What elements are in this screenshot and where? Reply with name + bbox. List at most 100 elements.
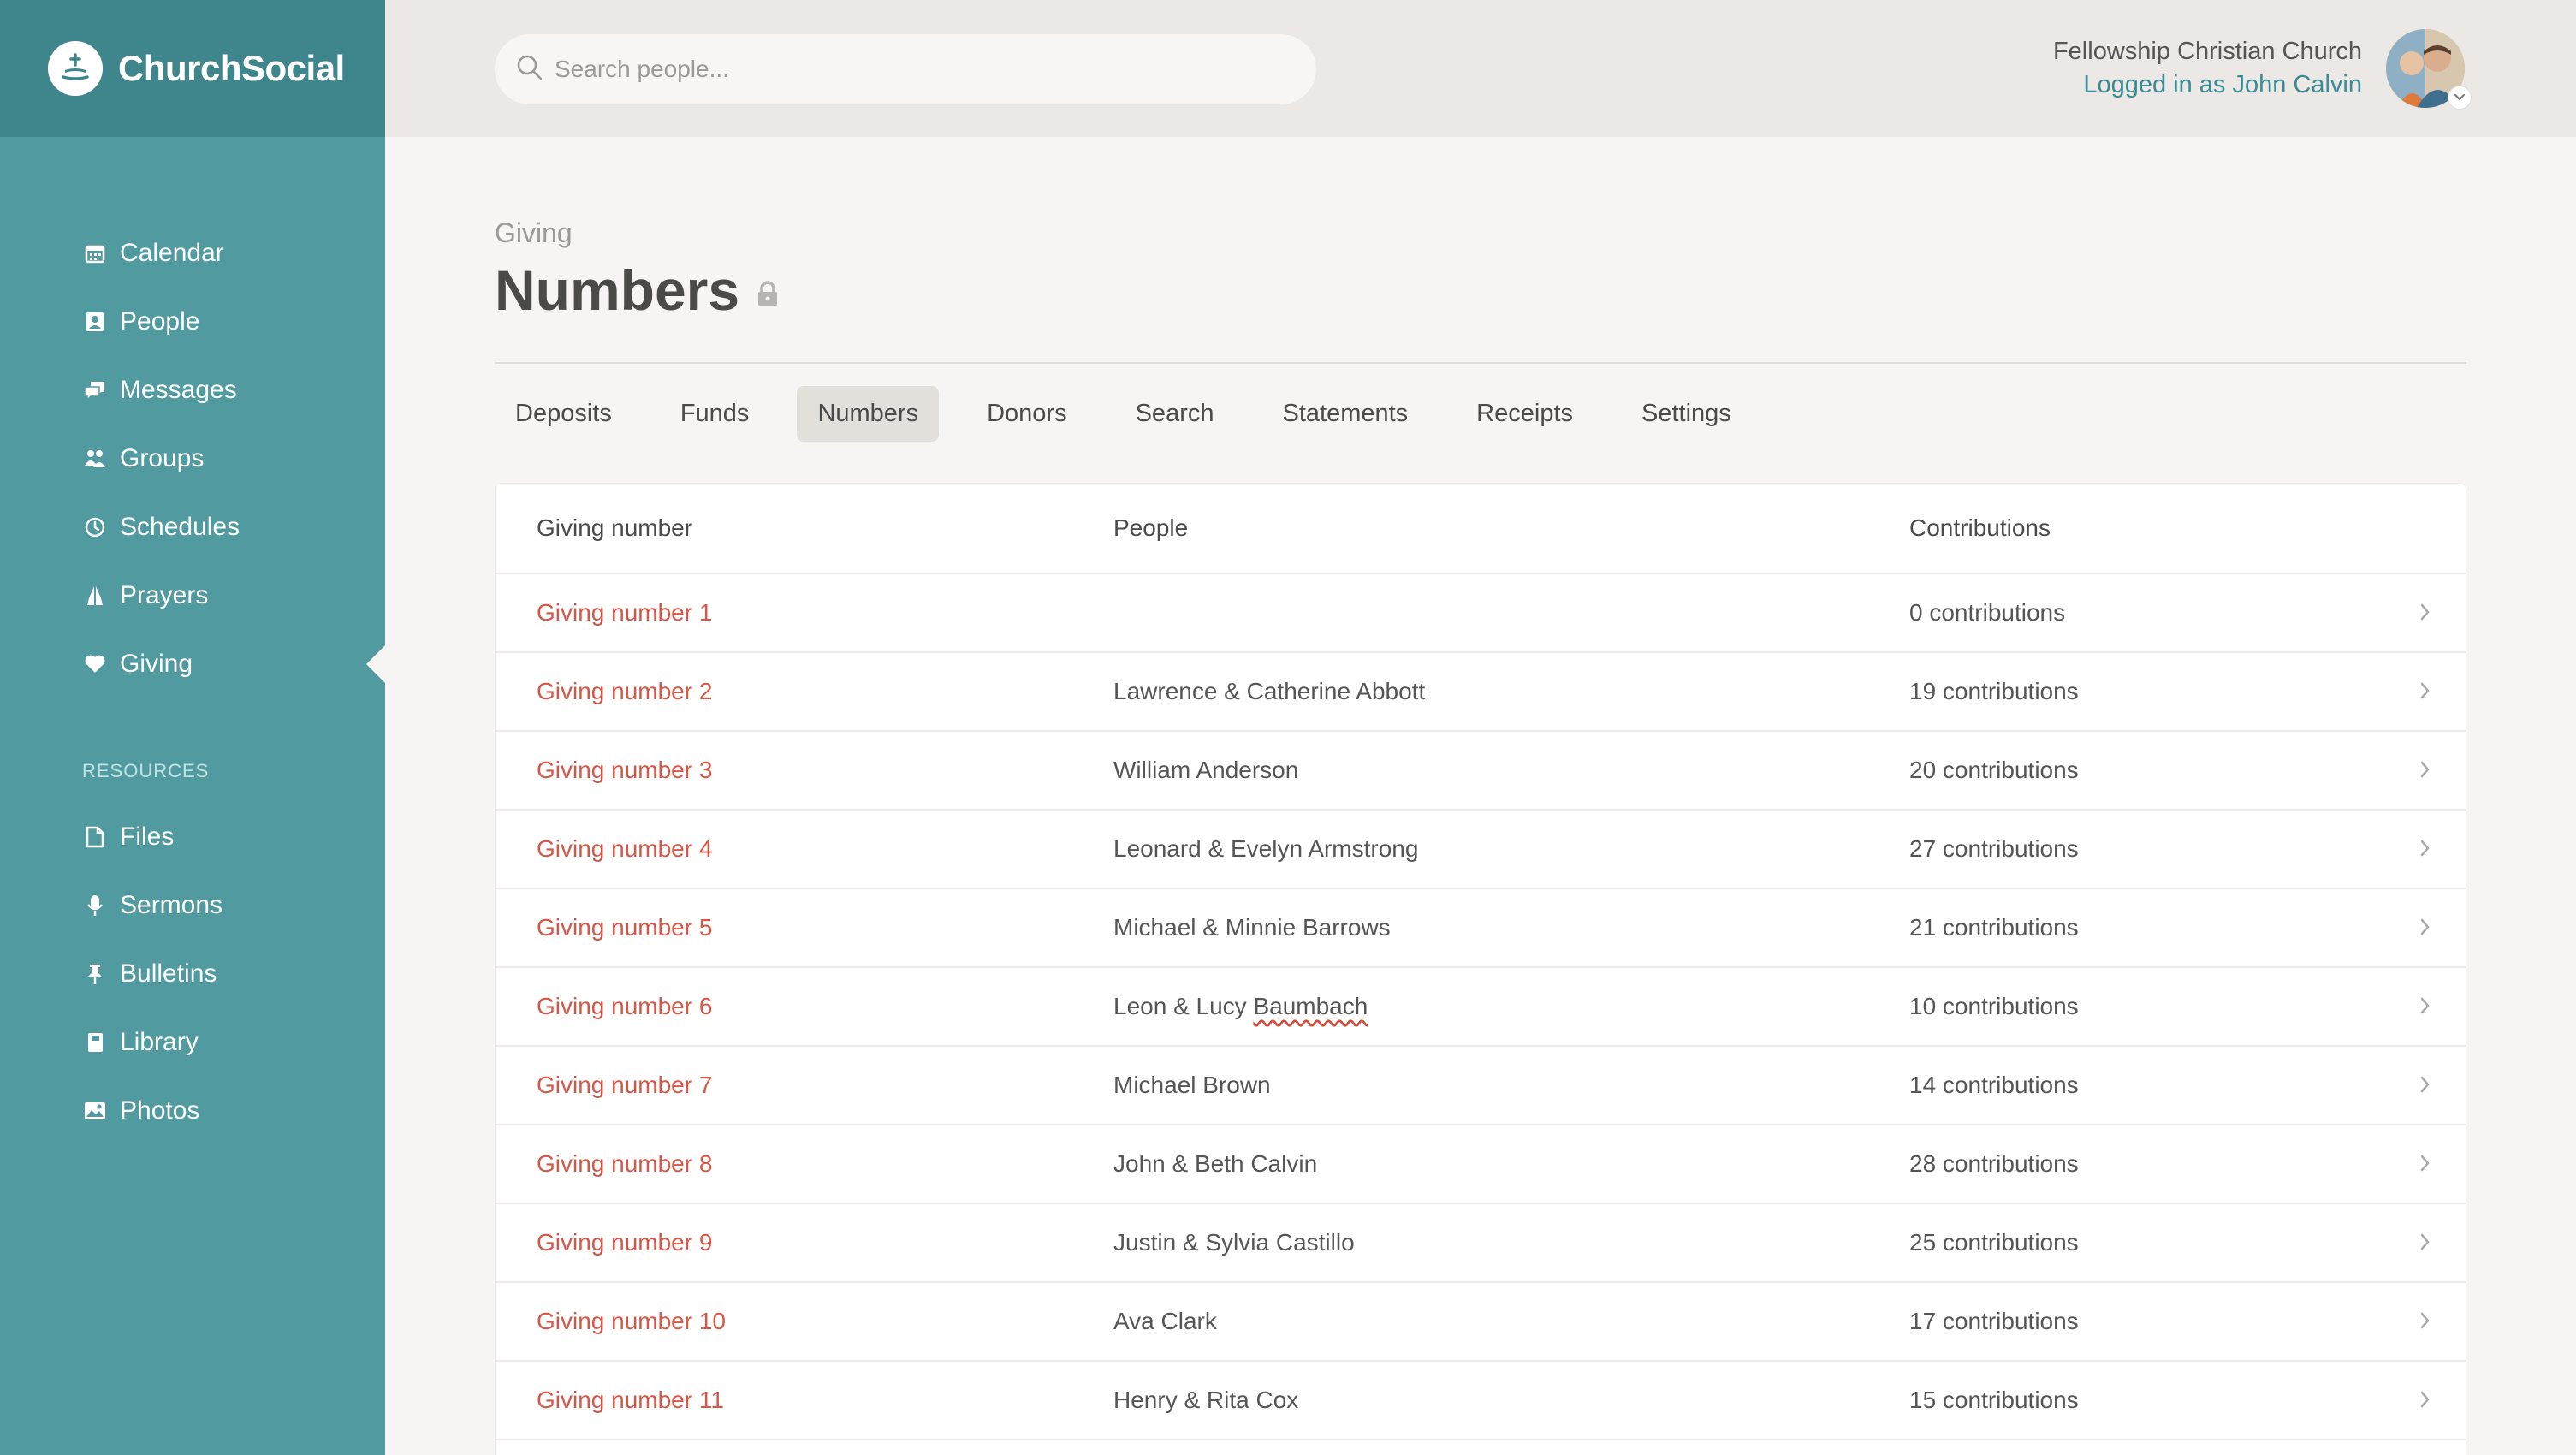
chevron-right-icon[interactable] bbox=[2419, 1232, 2431, 1256]
giving-number-link[interactable]: Giving number 4 bbox=[537, 835, 712, 863]
contributions-cell: 0 contributions bbox=[1909, 599, 2066, 626]
heart-icon bbox=[82, 651, 108, 677]
giving-number-link[interactable]: Giving number 3 bbox=[537, 757, 712, 784]
top-bar: Fellowship Christian Church Logged in as… bbox=[385, 0, 2576, 137]
sidebar-item-label: Calendar bbox=[120, 239, 224, 267]
table-row[interactable]: Giving number 10 Ava Clark 17 contributi… bbox=[496, 1283, 2466, 1362]
logged-in-user[interactable]: Logged in as John Calvin bbox=[2053, 71, 2362, 99]
table-row[interactable]: Giving number 8 John & Beth Calvin 28 co… bbox=[496, 1125, 2466, 1204]
pin-icon bbox=[82, 961, 108, 987]
giving-number-link[interactable]: Giving number 11 bbox=[537, 1387, 724, 1414]
calendar-icon bbox=[82, 241, 108, 266]
account-dropdown-chevron-icon[interactable] bbox=[2448, 86, 2472, 110]
tab-statements[interactable]: Statements bbox=[1261, 386, 1428, 442]
chevron-right-icon[interactable] bbox=[2419, 680, 2431, 705]
sidebar-item-library[interactable]: Library bbox=[0, 1008, 385, 1077]
photo-icon bbox=[82, 1098, 108, 1124]
chevron-right-icon[interactable] bbox=[2419, 838, 2431, 863]
search-box[interactable] bbox=[495, 34, 1316, 104]
sidebar-item-photos[interactable]: Photos bbox=[0, 1077, 385, 1145]
table-row[interactable]: Giving number 9 Justin & Sylvia Castillo… bbox=[496, 1204, 2466, 1283]
clock-icon bbox=[82, 514, 108, 540]
giving-number-link[interactable]: Giving number 5 bbox=[537, 914, 712, 941]
people-cell: Henry & Rita Cox bbox=[1113, 1387, 1299, 1413]
contributions-cell: 28 contributions bbox=[1909, 1150, 2079, 1177]
microphone-icon bbox=[82, 893, 108, 918]
people-cell: Leon & Lucy Baumbach bbox=[1113, 993, 1368, 1020]
book-icon bbox=[82, 1030, 108, 1055]
sidebar-item-label: Library bbox=[120, 1028, 199, 1056]
main-nav: Calendar People Messages Groups Schedule… bbox=[0, 137, 385, 1145]
search-input[interactable] bbox=[555, 56, 1291, 83]
churchsocial-logo-icon bbox=[48, 41, 103, 96]
column-header-contributions: Contributions bbox=[1909, 514, 2051, 541]
sidebar-item-label: Photos bbox=[120, 1096, 200, 1125]
column-header-people: People bbox=[1113, 514, 1189, 541]
table-row[interactable]: Giving number 2 Lawrence & Catherine Abb… bbox=[496, 653, 2466, 732]
sidebar-item-bulletins[interactable]: Bulletins bbox=[0, 940, 385, 1008]
contributions-cell: 20 contributions bbox=[1909, 757, 2079, 783]
brand-name: ChurchSocial bbox=[118, 48, 345, 88]
chevron-right-icon[interactable] bbox=[2419, 759, 2431, 784]
sidebar-item-label: Sermons bbox=[120, 891, 223, 919]
sidebar-item-people[interactable]: People bbox=[0, 288, 385, 356]
contributions-cell: 25 contributions bbox=[1909, 1229, 2079, 1256]
table-row[interactable]: Giving number 3 William Anderson 20 cont… bbox=[496, 732, 2466, 811]
giving-number-link[interactable]: Giving number 6 bbox=[537, 993, 712, 1020]
giving-number-link[interactable]: Giving number 1 bbox=[537, 599, 712, 627]
page-title: Numbers bbox=[495, 258, 740, 322]
table-row[interactable]: Giving number 6 Leon & Lucy Baumbach 10 … bbox=[496, 968, 2466, 1047]
breadcrumb[interactable]: Giving bbox=[495, 217, 2466, 249]
tab-search[interactable]: Search bbox=[1115, 386, 1235, 442]
tab-donors[interactable]: Donors bbox=[966, 386, 1088, 442]
table-row[interactable]: Giving number 7 Michael Brown 14 contrib… bbox=[496, 1047, 2466, 1125]
sidebar-item-label: Prayers bbox=[120, 581, 209, 609]
tab-deposits[interactable]: Deposits bbox=[495, 386, 632, 442]
sidebar-item-prayers[interactable]: Prayers bbox=[0, 561, 385, 630]
giving-number-link[interactable]: Giving number 9 bbox=[537, 1229, 712, 1256]
giving-number-link[interactable]: Giving number 2 bbox=[537, 678, 712, 705]
table-row-partial[interactable] bbox=[496, 1440, 2466, 1455]
people-cell: Justin & Sylvia Castillo bbox=[1113, 1229, 1355, 1256]
sidebar-item-giving[interactable]: Giving bbox=[0, 630, 385, 698]
groups-icon bbox=[82, 446, 108, 472]
sidebar-item-sermons[interactable]: Sermons bbox=[0, 871, 385, 940]
chevron-right-icon[interactable] bbox=[2419, 917, 2431, 941]
sidebar-item-calendar[interactable]: Calendar bbox=[0, 219, 385, 288]
table-row[interactable]: Giving number 5 Michael & Minnie Barrows… bbox=[496, 889, 2466, 968]
giving-number-link[interactable]: Giving number 8 bbox=[537, 1150, 712, 1178]
chevron-right-icon[interactable] bbox=[2419, 995, 2431, 1020]
giving-number-link[interactable]: Giving number 10 bbox=[537, 1308, 726, 1335]
table-row[interactable]: Giving number 11 Henry & Rita Cox 15 con… bbox=[496, 1362, 2466, 1440]
table-row[interactable]: Giving number 4 Leonard & Evelyn Armstro… bbox=[496, 811, 2466, 889]
church-name: Fellowship Christian Church bbox=[2052, 38, 2362, 65]
praying-hands-icon bbox=[82, 583, 108, 609]
sidebar-item-schedules[interactable]: Schedules bbox=[0, 493, 385, 561]
sidebar-item-groups[interactable]: Groups bbox=[0, 425, 385, 493]
people-icon bbox=[82, 309, 108, 335]
chevron-right-icon[interactable] bbox=[2419, 1310, 2431, 1335]
sidebar-item-label: People bbox=[120, 307, 200, 336]
column-header-giving-number: Giving number bbox=[537, 514, 693, 541]
brand-header[interactable]: ChurchSocial bbox=[0, 0, 385, 137]
resources-heading: RESOURCES bbox=[82, 760, 210, 781]
sidebar-item-messages[interactable]: Messages bbox=[0, 356, 385, 425]
search-icon bbox=[515, 53, 544, 86]
table-row[interactable]: Giving number 1 0 contributions bbox=[496, 574, 2466, 653]
chevron-right-icon[interactable] bbox=[2419, 1074, 2431, 1099]
tab-funds[interactable]: Funds bbox=[660, 386, 770, 442]
account-info[interactable]: Fellowship Christian Church Logged in as… bbox=[2053, 38, 2362, 99]
tab-settings[interactable]: Settings bbox=[1621, 386, 1752, 442]
chevron-right-icon[interactable] bbox=[2419, 1153, 2431, 1178]
contributions-cell: 21 contributions bbox=[1909, 914, 2079, 941]
contributions-cell: 27 contributions bbox=[1909, 835, 2079, 862]
chevron-right-icon[interactable] bbox=[2419, 1389, 2431, 1414]
chevron-right-icon[interactable] bbox=[2419, 602, 2431, 627]
sidebar-item-label: Messages bbox=[120, 376, 237, 404]
table-header: Giving number People Contributions bbox=[496, 484, 2466, 574]
tab-numbers[interactable]: Numbers bbox=[797, 386, 940, 442]
giving-number-link[interactable]: Giving number 7 bbox=[537, 1072, 712, 1099]
tab-receipts[interactable]: Receipts bbox=[1456, 386, 1594, 442]
giving-tabs: Deposits Funds Numbers Donors Search Sta… bbox=[495, 386, 2466, 442]
sidebar-item-files[interactable]: Files bbox=[0, 803, 385, 871]
